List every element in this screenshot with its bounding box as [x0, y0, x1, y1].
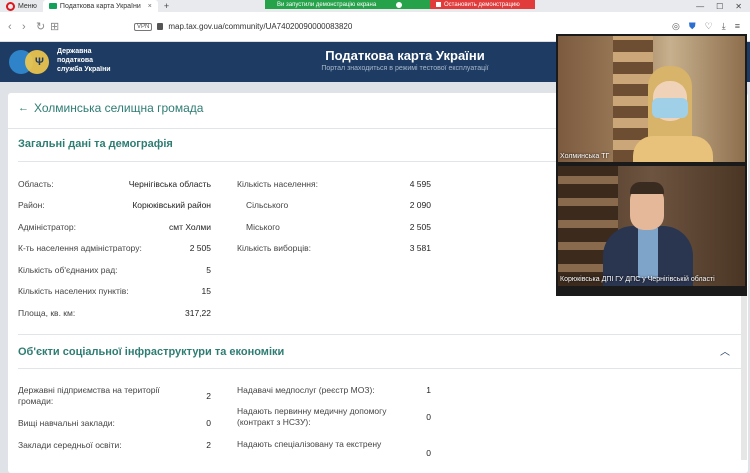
video-call-panel: Холминська ТГ Корюківська ДПІ ГУ ДПС у Ч… — [556, 34, 747, 296]
field-label: Сільського — [246, 200, 289, 210]
screen-share-status-text: Ви запустили демонстрацію екрана — [277, 1, 377, 8]
org-name-line-3: служба України — [57, 66, 111, 73]
screen-share-banner: Ви запустили демонстрацію екрана Останов… — [265, 0, 535, 9]
site-subtitle: Портал знаходиться в режимі тестової екс… — [321, 65, 489, 72]
field-label: Надають спеціалізовану та екстрену — [237, 439, 382, 449]
browser-tab[interactable]: Податкова карта України × — [42, 0, 158, 12]
field-label: Область: — [18, 179, 54, 189]
participant-body — [633, 136, 713, 162]
org-name-line-1: Державна — [57, 48, 92, 55]
chevron-up-icon[interactable]: ︿ — [720, 343, 730, 358]
stop-share-label: Остановить демонстрацию — [444, 1, 520, 8]
field-label: Адміністратор: — [18, 222, 76, 232]
section-title-general[interactable]: Загальні дані та демографія — [18, 138, 173, 150]
stop-icon — [436, 2, 441, 7]
minimize-button[interactable]: — — [696, 2, 704, 11]
section-title-infrastructure[interactable]: Об'єкти соціальної інфраструктури та еко… — [18, 346, 284, 358]
field-label-cont: громади: — [18, 396, 54, 406]
lock-icon — [157, 23, 164, 30]
page-title: Холминська селищна громада — [34, 101, 204, 115]
trident-icon: Ψ — [35, 56, 44, 68]
field-label: Надають первинну медичну допомогу — [237, 406, 387, 416]
field-label: Заклади середньої освіти: — [18, 440, 122, 450]
field-label: Державні підприємства на території — [18, 385, 160, 395]
field-value: Корюківський район — [132, 200, 211, 210]
field-value: 0 — [206, 418, 211, 428]
participant-2-label: Корюківська ДПІ ГУ ДПС у Чернігівській о… — [560, 276, 715, 283]
url-field[interactable]: map.tax.gov.ua/community/UA7402009000008… — [168, 22, 352, 31]
back-nav-icon[interactable]: ‹ — [8, 21, 22, 33]
tab-title: Податкова карта України — [59, 2, 141, 10]
field-value: смт Холми — [168, 222, 211, 232]
maximize-button[interactable]: ☐ — [716, 2, 723, 11]
home-grid-icon[interactable]: ⊞ — [50, 20, 64, 33]
field-label: Надавачі медпослуг (реєстр МОЗ): — [237, 385, 375, 395]
field-value: 2 — [206, 440, 211, 450]
participant-hair — [630, 182, 664, 194]
participant-1-label: Холминська ТГ — [560, 153, 610, 160]
screen-share-status: Ви запустили демонстрацію екрана — [265, 0, 430, 9]
field-label: Площа, кв. км: — [18, 308, 76, 318]
field-value: 317,22 — [185, 308, 211, 318]
participant-video-2[interactable] — [558, 166, 745, 286]
org-name-line-2: податкова — [57, 57, 93, 64]
field-value: 0 — [426, 448, 431, 458]
vpn-shield-icon[interactable]: ⛊ — [689, 21, 696, 32]
address-bar-icons: ◎ ⛊ ♡ ⤓ ≡ — [672, 21, 740, 32]
face-mask — [652, 98, 688, 118]
field-value: 2 505 — [189, 243, 211, 253]
stop-share-button[interactable]: Остановить демонстрацию — [430, 0, 535, 9]
close-window-button[interactable]: ✕ — [735, 2, 742, 11]
field-label-cont: (контракт з НСЗУ): — [237, 417, 311, 427]
browser-menu[interactable]: Меню — [0, 0, 43, 12]
check-icon — [396, 1, 403, 8]
field-label: Кількість населення: — [237, 179, 318, 189]
forward-nav-icon[interactable]: › — [22, 21, 36, 33]
opera-logo-icon — [6, 1, 15, 11]
field-label: Кількість об'єднаних рад: — [18, 265, 118, 275]
field-label: Вищі навчальні заклади: — [18, 418, 115, 428]
field-label: Міського — [246, 222, 280, 232]
divider — [18, 334, 741, 335]
new-tab-button[interactable]: + — [164, 1, 169, 11]
participant-shirt — [638, 228, 658, 278]
back-arrow-icon[interactable]: ← — [18, 102, 29, 114]
field-value: 3 581 — [409, 243, 431, 253]
field-value: 1 — [426, 385, 431, 395]
field-label: Кількість виборців: — [237, 243, 311, 253]
field-label: Кількість населених пунктів: — [18, 286, 129, 296]
participant-video-1[interactable] — [558, 36, 745, 162]
field-value: 15 — [201, 286, 211, 296]
field-label: Район: — [18, 200, 45, 210]
field-value: 2 505 — [409, 222, 431, 232]
menu-label: Меню — [18, 2, 37, 10]
field-value: Чернігівська область — [128, 179, 211, 189]
field-value: 5 — [206, 265, 211, 275]
camera-icon[interactable]: ◎ — [672, 21, 680, 32]
window-controls: — ☐ ✕ — [696, 2, 750, 11]
site-title: Податкова карта України — [325, 48, 485, 63]
org-name: Державна податкова служба України — [57, 47, 111, 74]
reload-icon[interactable]: ↻ — [36, 20, 50, 33]
field-value: 0 — [426, 412, 431, 422]
heart-icon[interactable]: ♡ — [705, 21, 713, 32]
field-value: 4 595 — [409, 179, 431, 189]
tab-close-icon[interactable]: × — [148, 3, 152, 10]
vpn-badge[interactable]: VPN — [134, 22, 153, 31]
site-favicon-icon — [48, 3, 57, 9]
field-value: 2 090 — [409, 200, 431, 210]
field-value: 2 — [206, 391, 211, 401]
divider — [18, 368, 741, 369]
dps-logo[interactable]: Ψ — [9, 48, 53, 76]
menu-lines-icon[interactable]: ≡ — [735, 21, 740, 32]
download-icon[interactable]: ⤓ — [722, 21, 726, 32]
field-label: К-ть населення адміністратору: — [18, 243, 142, 253]
